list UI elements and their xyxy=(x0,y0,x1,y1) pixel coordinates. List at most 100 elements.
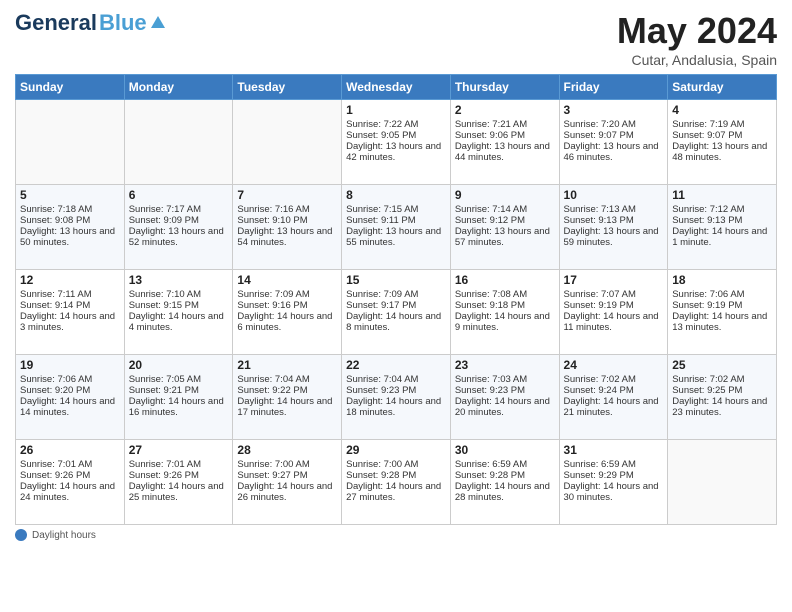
sunset-text: Sunset: 9:26 PM xyxy=(129,470,229,481)
logo-blue: Blue xyxy=(99,10,147,36)
daylight-text: Daylight: 13 hours and 52 minutes. xyxy=(129,226,229,248)
calendar-cell: 9Sunrise: 7:14 AMSunset: 9:12 PMDaylight… xyxy=(450,185,559,270)
daylight-text: Daylight: 14 hours and 3 minutes. xyxy=(20,311,120,333)
day-number: 7 xyxy=(237,188,337,202)
calendar-cell: 12Sunrise: 7:11 AMSunset: 9:14 PMDayligh… xyxy=(16,270,125,355)
daylight-text: Daylight: 13 hours and 42 minutes. xyxy=(346,141,446,163)
day-number: 16 xyxy=(455,273,555,287)
calendar-week-row: 5Sunrise: 7:18 AMSunset: 9:08 PMDaylight… xyxy=(16,185,777,270)
calendar-table: SundayMondayTuesdayWednesdayThursdayFrid… xyxy=(15,74,777,525)
day-number: 23 xyxy=(455,358,555,372)
calendar-cell: 7Sunrise: 7:16 AMSunset: 9:10 PMDaylight… xyxy=(233,185,342,270)
sunrise-text: Sunrise: 7:02 AM xyxy=(564,374,664,385)
weekday-header-sunday: Sunday xyxy=(16,75,125,100)
sunrise-text: Sunrise: 7:16 AM xyxy=(237,204,337,215)
calendar-cell: 8Sunrise: 7:15 AMSunset: 9:11 PMDaylight… xyxy=(342,185,451,270)
sunset-text: Sunset: 9:07 PM xyxy=(672,130,772,141)
daylight-label: Daylight hours xyxy=(32,530,96,541)
sunrise-text: Sunrise: 7:11 AM xyxy=(20,289,120,300)
sunset-text: Sunset: 9:07 PM xyxy=(564,130,664,141)
weekday-header-saturday: Saturday xyxy=(668,75,777,100)
sunrise-text: Sunrise: 7:03 AM xyxy=(455,374,555,385)
daylight-text: Daylight: 14 hours and 28 minutes. xyxy=(455,481,555,503)
sunrise-text: Sunrise: 7:02 AM xyxy=(672,374,772,385)
page: General Blue May 2024 Cutar, Andalusia, … xyxy=(0,0,792,551)
sunset-text: Sunset: 9:06 PM xyxy=(455,130,555,141)
sunset-text: Sunset: 9:29 PM xyxy=(564,470,664,481)
sunset-text: Sunset: 9:09 PM xyxy=(129,215,229,226)
daylight-text: Daylight: 14 hours and 17 minutes. xyxy=(237,396,337,418)
sunrise-text: Sunrise: 7:18 AM xyxy=(20,204,120,215)
calendar-cell: 17Sunrise: 7:07 AMSunset: 9:19 PMDayligh… xyxy=(559,270,668,355)
sunset-text: Sunset: 9:26 PM xyxy=(20,470,120,481)
daylight-text: Daylight: 14 hours and 24 minutes. xyxy=(20,481,120,503)
main-title: May 2024 xyxy=(617,10,777,52)
sunrise-text: Sunrise: 7:05 AM xyxy=(129,374,229,385)
day-number: 30 xyxy=(455,443,555,457)
day-number: 31 xyxy=(564,443,664,457)
calendar-cell xyxy=(16,100,125,185)
sunrise-text: Sunrise: 7:22 AM xyxy=(346,119,446,130)
calendar-cell: 19Sunrise: 7:06 AMSunset: 9:20 PMDayligh… xyxy=(16,355,125,440)
sunrise-text: Sunrise: 7:06 AM xyxy=(672,289,772,300)
calendar-week-row: 1Sunrise: 7:22 AMSunset: 9:05 PMDaylight… xyxy=(16,100,777,185)
calendar-cell: 13Sunrise: 7:10 AMSunset: 9:15 PMDayligh… xyxy=(124,270,233,355)
sunrise-text: Sunrise: 6:59 AM xyxy=(564,459,664,470)
sunset-text: Sunset: 9:27 PM xyxy=(237,470,337,481)
day-number: 26 xyxy=(20,443,120,457)
sunset-text: Sunset: 9:13 PM xyxy=(672,215,772,226)
sunrise-text: Sunrise: 7:01 AM xyxy=(129,459,229,470)
calendar-cell: 21Sunrise: 7:04 AMSunset: 9:22 PMDayligh… xyxy=(233,355,342,440)
calendar-cell: 24Sunrise: 7:02 AMSunset: 9:24 PMDayligh… xyxy=(559,355,668,440)
day-number: 4 xyxy=(672,103,772,117)
day-number: 10 xyxy=(564,188,664,202)
day-number: 20 xyxy=(129,358,229,372)
day-number: 19 xyxy=(20,358,120,372)
calendar-cell: 4Sunrise: 7:19 AMSunset: 9:07 PMDaylight… xyxy=(668,100,777,185)
daylight-text: Daylight: 14 hours and 4 minutes. xyxy=(129,311,229,333)
calendar-header-row: SundayMondayTuesdayWednesdayThursdayFrid… xyxy=(16,75,777,100)
daylight-text: Daylight: 14 hours and 30 minutes. xyxy=(564,481,664,503)
calendar-week-row: 19Sunrise: 7:06 AMSunset: 9:20 PMDayligh… xyxy=(16,355,777,440)
calendar-cell: 23Sunrise: 7:03 AMSunset: 9:23 PMDayligh… xyxy=(450,355,559,440)
calendar-cell: 26Sunrise: 7:01 AMSunset: 9:26 PMDayligh… xyxy=(16,440,125,525)
daylight-icon xyxy=(15,529,27,541)
day-number: 6 xyxy=(129,188,229,202)
sunrise-text: Sunrise: 7:12 AM xyxy=(672,204,772,215)
day-number: 25 xyxy=(672,358,772,372)
calendar-cell: 30Sunrise: 6:59 AMSunset: 9:28 PMDayligh… xyxy=(450,440,559,525)
weekday-header-thursday: Thursday xyxy=(450,75,559,100)
calendar-cell: 11Sunrise: 7:12 AMSunset: 9:13 PMDayligh… xyxy=(668,185,777,270)
daylight-text: Daylight: 14 hours and 20 minutes. xyxy=(455,396,555,418)
daylight-text: Daylight: 14 hours and 14 minutes. xyxy=(20,396,120,418)
day-number: 18 xyxy=(672,273,772,287)
sunrise-text: Sunrise: 7:14 AM xyxy=(455,204,555,215)
sunrise-text: Sunrise: 7:10 AM xyxy=(129,289,229,300)
sunset-text: Sunset: 9:19 PM xyxy=(564,300,664,311)
sunrise-text: Sunrise: 7:07 AM xyxy=(564,289,664,300)
sunset-text: Sunset: 9:22 PM xyxy=(237,385,337,396)
sunrise-text: Sunrise: 7:21 AM xyxy=(455,119,555,130)
sunset-text: Sunset: 9:11 PM xyxy=(346,215,446,226)
sunset-text: Sunset: 9:28 PM xyxy=(346,470,446,481)
daylight-text: Daylight: 14 hours and 26 minutes. xyxy=(237,481,337,503)
day-number: 28 xyxy=(237,443,337,457)
sunrise-text: Sunrise: 7:08 AM xyxy=(455,289,555,300)
daylight-text: Daylight: 13 hours and 50 minutes. xyxy=(20,226,120,248)
calendar-cell: 29Sunrise: 7:00 AMSunset: 9:28 PMDayligh… xyxy=(342,440,451,525)
daylight-text: Daylight: 14 hours and 8 minutes. xyxy=(346,311,446,333)
weekday-header-tuesday: Tuesday xyxy=(233,75,342,100)
daylight-text: Daylight: 13 hours and 48 minutes. xyxy=(672,141,772,163)
sunset-text: Sunset: 9:17 PM xyxy=(346,300,446,311)
sunrise-text: Sunrise: 7:09 AM xyxy=(346,289,446,300)
day-number: 8 xyxy=(346,188,446,202)
sunset-text: Sunset: 9:21 PM xyxy=(129,385,229,396)
calendar-cell: 14Sunrise: 7:09 AMSunset: 9:16 PMDayligh… xyxy=(233,270,342,355)
calendar-cell: 22Sunrise: 7:04 AMSunset: 9:23 PMDayligh… xyxy=(342,355,451,440)
calendar-cell: 2Sunrise: 7:21 AMSunset: 9:06 PMDaylight… xyxy=(450,100,559,185)
daylight-text: Daylight: 14 hours and 18 minutes. xyxy=(346,396,446,418)
sunset-text: Sunset: 9:25 PM xyxy=(672,385,772,396)
day-number: 3 xyxy=(564,103,664,117)
weekday-header-friday: Friday xyxy=(559,75,668,100)
daylight-text: Daylight: 14 hours and 1 minute. xyxy=(672,226,772,248)
